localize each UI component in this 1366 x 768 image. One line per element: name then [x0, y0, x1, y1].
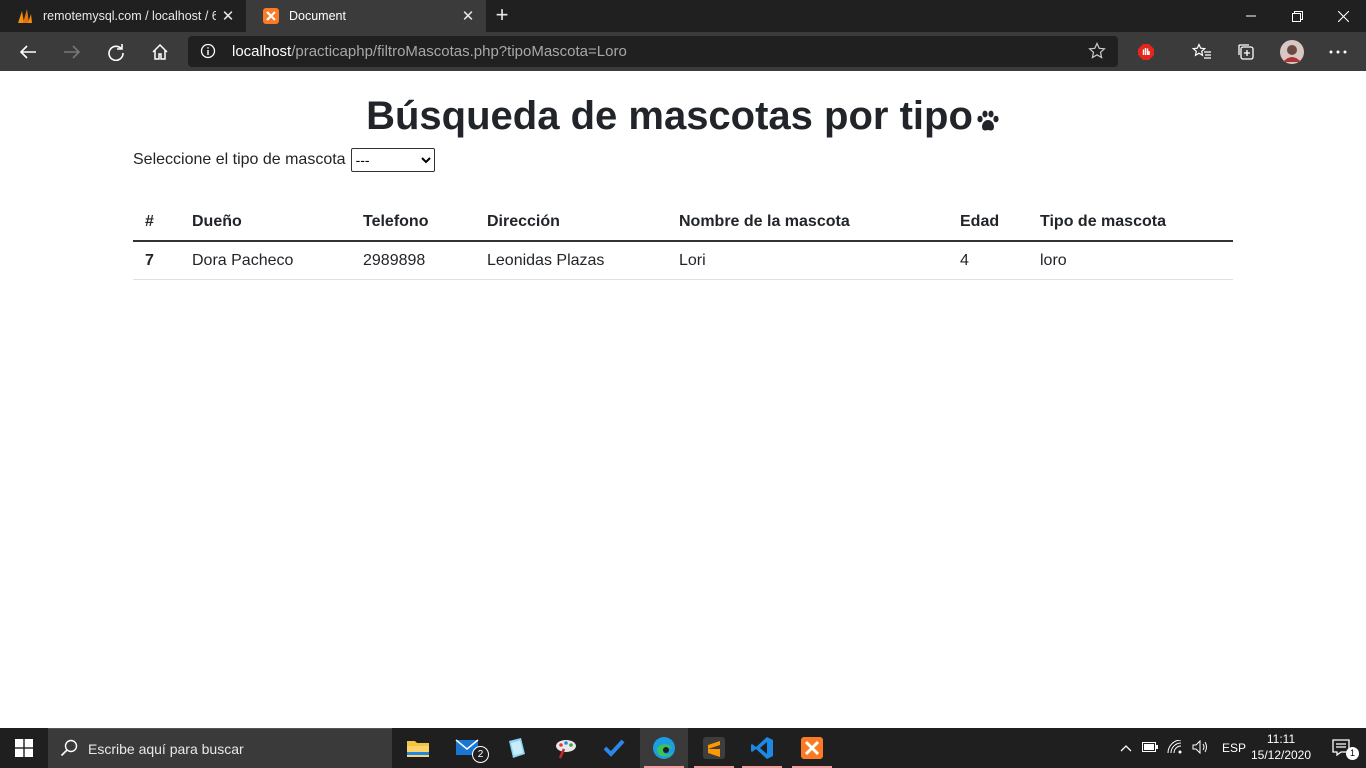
vscode-icon[interactable] [738, 728, 786, 768]
site-info-icon[interactable] [200, 43, 216, 64]
cell-address: Leonidas Plazas [475, 241, 667, 280]
address-bar[interactable]: localhost/practicaphp/filtroMascotas.php… [188, 36, 1118, 67]
tab-bar: remotemysql.com / localhost / 6 ✕ Docume… [0, 0, 1366, 32]
results-table: # Dueño Telefono Dirección Nombre de la … [133, 204, 1233, 280]
language-indicator[interactable]: ESP [1222, 741, 1246, 755]
notification-badge: 1 [1346, 747, 1359, 760]
clock-date: 15/12/2020 [1250, 748, 1312, 762]
favorites-icon[interactable] [1188, 38, 1216, 66]
cell-pet-type: loro [1028, 241, 1233, 280]
tab-title: remotemysql.com / localhost / 6 [43, 9, 216, 23]
column-header-owner: Dueño [180, 204, 351, 242]
close-window-icon[interactable] [1320, 0, 1366, 32]
file-explorer-icon[interactable] [394, 728, 442, 768]
table-row: 7 Dora Pacheco 2989898 Leonidas Plazas L… [133, 241, 1233, 280]
collections-icon[interactable] [1232, 38, 1260, 66]
cell-pet-name: Lori [667, 241, 948, 280]
todo-app-icon[interactable] [590, 728, 638, 768]
battery-icon[interactable] [1142, 741, 1158, 755]
system-tray: ESP [1120, 728, 1246, 768]
taskbar-search[interactable]: Escribe aquí para buscar [48, 728, 392, 768]
xampp-taskbar-icon[interactable] [788, 728, 836, 768]
tab-remotemysql[interactable]: remotemysql.com / localhost / 6 ✕ [0, 0, 246, 32]
restore-icon[interactable] [1274, 0, 1320, 32]
new-tab-icon[interactable]: + [490, 4, 514, 28]
phpmyadmin-icon [17, 8, 33, 24]
back-icon[interactable] [14, 38, 42, 66]
url-text[interactable]: localhost/practicaphp/filtroMascotas.php… [232, 43, 627, 60]
windows-start-icon[interactable] [0, 728, 48, 768]
column-header-age: Edad [948, 204, 1028, 242]
mail-icon[interactable]: 2 [444, 728, 492, 768]
paint-app-icon[interactable] [542, 728, 590, 768]
adblock-extension-icon[interactable] [1132, 38, 1160, 66]
pet-type-select[interactable]: --- [350, 148, 435, 172]
cell-phone: 2989898 [351, 241, 475, 280]
tab-document[interactable]: Document ✕ [246, 0, 486, 32]
favorite-star-icon[interactable] [1088, 42, 1106, 65]
action-center-icon[interactable]: 1 [1318, 728, 1366, 768]
home-icon[interactable] [146, 38, 174, 66]
wifi-icon[interactable] [1167, 739, 1183, 757]
column-header-pet-name: Nombre de la mascota [667, 204, 948, 242]
chevron-up-icon[interactable] [1120, 741, 1132, 755]
notes-app-icon[interactable] [492, 728, 540, 768]
tab-close-icon[interactable]: ✕ [216, 7, 240, 25]
column-header-phone: Telefono [351, 204, 475, 242]
refresh-icon[interactable] [102, 38, 130, 66]
browser-toolbar: localhost/practicaphp/filtroMascotas.php… [0, 32, 1366, 71]
more-menu-icon[interactable] [1324, 38, 1352, 66]
column-header-address: Dirección [475, 204, 667, 242]
search-icon [60, 739, 78, 762]
cell-id: 7 [133, 241, 180, 280]
volume-icon[interactable] [1192, 739, 1210, 757]
cell-owner: Dora Pacheco [180, 241, 351, 280]
tab-close-icon[interactable]: ✕ [456, 7, 480, 25]
clock-time: 11:11 [1266, 732, 1296, 746]
minimize-icon[interactable] [1228, 0, 1274, 32]
page-title: Búsqueda de mascotas por tipo [0, 94, 1366, 142]
forward-icon[interactable] [58, 38, 86, 66]
pet-type-filter: Seleccione el tipo de mascota --- [133, 148, 435, 172]
xampp-icon [263, 8, 279, 24]
table-header-row: # Dueño Telefono Dirección Nombre de la … [133, 204, 1233, 242]
edge-browser-icon[interactable] [640, 728, 688, 768]
profile-avatar[interactable] [1278, 38, 1306, 66]
cell-age: 4 [948, 241, 1028, 280]
windows-taskbar: Escribe aquí para buscar 2 ESP 11:11 15/… [0, 728, 1366, 768]
tab-title: Document [289, 9, 346, 23]
column-header-id: # [133, 204, 180, 242]
column-header-pet-type: Tipo de mascota [1028, 204, 1233, 242]
search-placeholder: Escribe aquí para buscar [88, 741, 244, 757]
clock[interactable]: 11:11 15/12/2020 [1248, 731, 1314, 763]
filter-label: Seleccione el tipo de mascota [133, 151, 346, 168]
mail-badge: 2 [472, 746, 489, 763]
sublime-text-icon[interactable] [690, 728, 738, 768]
paw-icon [976, 97, 1000, 142]
